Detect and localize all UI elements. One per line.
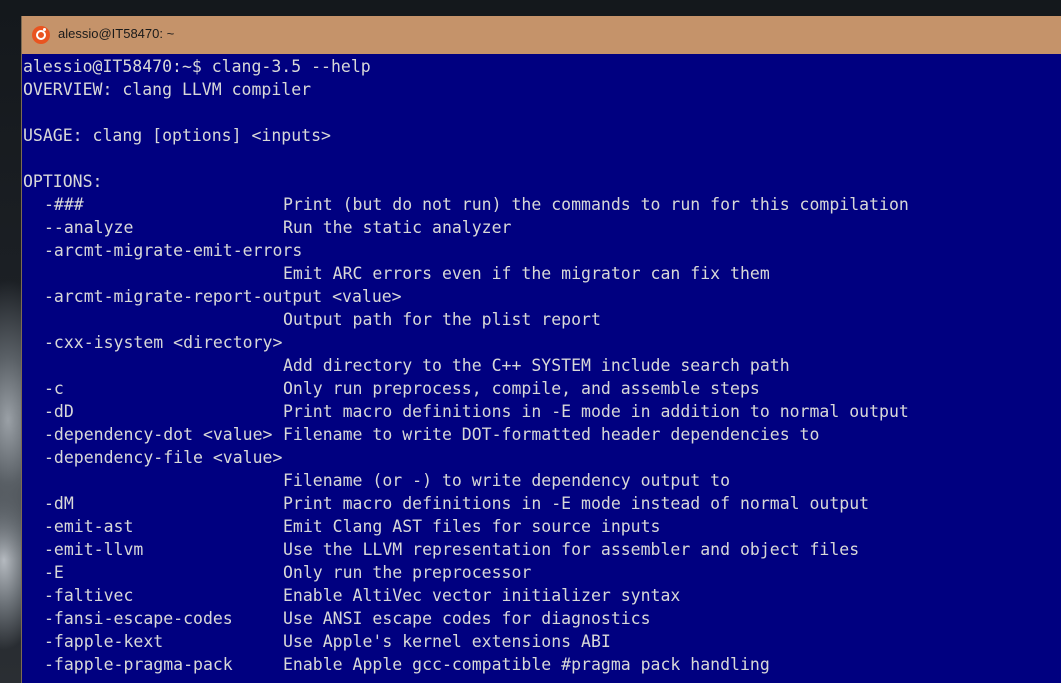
window-titlebar[interactable]: alessio@IT58470: ~	[22, 16, 1061, 54]
option-flag: -arcmt-migrate-emit-errors	[44, 241, 303, 260]
option-description: Use Apple's kernel extensions ABI	[283, 632, 611, 651]
option-description: Output path for the plist report	[283, 310, 601, 329]
option-description: Only run the preprocessor	[283, 563, 532, 582]
option-description: Print macro definitions in -E mode inste…	[283, 494, 870, 513]
options-header: OPTIONS:	[23, 172, 103, 191]
usage-line: USAGE: clang [options] <inputs>	[23, 126, 331, 145]
option-flag: -dD	[44, 402, 74, 421]
option-flag: -fapple-kext	[44, 632, 164, 651]
option-flag: -arcmt-migrate-report-output <value>	[44, 287, 402, 306]
overview-line: OVERVIEW: clang LLVM compiler	[23, 80, 312, 99]
option-flag: -###	[44, 195, 84, 214]
command-prompt-line: alessio@IT58470:~$ clang-3.5 --help	[23, 57, 371, 76]
terminal-output[interactable]: alessio@IT58470:~$ clang-3.5 --help OVER…	[23, 55, 1061, 683]
window-title: alessio@IT58470: ~	[58, 26, 175, 41]
option-description: Enable AltiVec vector initializer syntax	[283, 586, 681, 605]
option-description: Use the LLVM representation for assemble…	[283, 540, 860, 559]
option-description: Print (but do not run) the commands to r…	[283, 195, 909, 214]
option-description: Add directory to the C++ SYSTEM include …	[283, 356, 790, 375]
ubuntu-logo-icon	[32, 26, 50, 44]
option-description: Emit ARC errors even if the migrator can…	[283, 264, 770, 283]
option-flag: -c	[44, 379, 64, 398]
option-flag: -emit-ast	[44, 517, 134, 536]
option-flag: -dependency-dot <value>	[44, 425, 273, 444]
option-description: Run the static analyzer	[283, 218, 512, 237]
option-description: Enable Apple gcc-compatible #pragma pack…	[283, 655, 770, 674]
option-flag: -fansi-escape-codes	[44, 609, 233, 628]
option-flag: -dM	[44, 494, 74, 513]
option-flag: -fapple-pragma-pack	[44, 655, 233, 674]
option-description: Emit Clang AST files for source inputs	[283, 517, 661, 536]
option-description: Print macro definitions in -E mode in ad…	[283, 402, 909, 421]
option-flag: -E	[44, 563, 64, 582]
option-description: Use ANSI escape codes for diagnostics	[283, 609, 651, 628]
option-flag: -dependency-file <value>	[44, 448, 283, 467]
option-description: Only run preprocess, compile, and assemb…	[283, 379, 760, 398]
option-description: Filename (or -) to write dependency outp…	[283, 471, 731, 490]
option-description: Filename to write DOT-formatted header d…	[283, 425, 820, 444]
option-flag: -emit-llvm	[44, 540, 144, 559]
option-flag: -cxx-isystem <directory>	[44, 333, 283, 352]
option-flag: --analyze	[44, 218, 134, 237]
terminal-window[interactable]: alessio@IT58470: ~ alessio@IT58470:~$ cl…	[21, 16, 1061, 683]
option-flag: -faltivec	[44, 586, 134, 605]
